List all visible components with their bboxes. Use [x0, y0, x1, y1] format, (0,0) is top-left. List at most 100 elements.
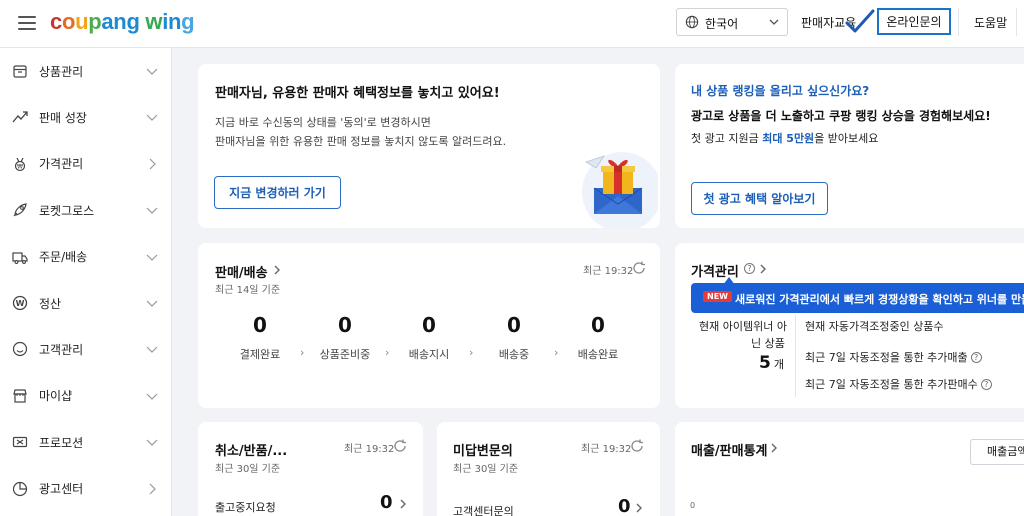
- header-divider: [1016, 8, 1017, 36]
- chevron-down-icon[interactable]: [146, 251, 158, 263]
- globe-icon: [685, 15, 699, 29]
- chart-axis-zero: 0: [690, 501, 696, 510]
- banner-text: 새로워진 가격관리에서 빠르게 경쟁상황을 확인하고 위너를 만들: [735, 293, 1024, 306]
- last-updated: 최근 19:32: [583, 266, 634, 277]
- sales-statistics-title[interactable]: 매출/판매통계: [691, 440, 768, 459]
- sidebar-item[interactable]: W 정산: [0, 280, 172, 326]
- first-ad-benefit-button[interactable]: 첫 광고 혜택 알아보기: [691, 182, 828, 215]
- sidebar-item-label: 마이샵: [39, 389, 73, 404]
- notice-title: 판매자님, 유용한 판매자 혜택정보를 놓치고 있어요!: [215, 86, 500, 101]
- trending-up-icon: [12, 111, 28, 123]
- sidebar-item[interactable]: 주문/배송: [0, 234, 172, 280]
- chevron-down-icon[interactable]: [146, 390, 158, 402]
- refresh-icon[interactable]: [630, 439, 644, 453]
- ad-card: 내 상품 랭킹을 올리고 싶으신가요? 광고로 상품을 더 노출하고 쿠팡 랭킹…: [675, 64, 1024, 228]
- sales-shipping-card: 판매/배송 최근 14일 기준 최근 19:32 0 결제완료 › 0 상품준비중 › 0 배…: [198, 243, 660, 408]
- smile-icon: [12, 342, 28, 357]
- language-select[interactable]: 한국어: [676, 8, 788, 36]
- sidebar-item[interactable]: 마이샵: [0, 373, 172, 419]
- sales-shipping-title[interactable]: 판매/배송: [215, 262, 268, 281]
- price-management-banner[interactable]: NEW 새로워진 가격관리에서 빠르게 경쟁상황을 확인하고 위너를 만들: [691, 283, 1024, 313]
- sidebar-item-label: 가격관리: [39, 157, 84, 172]
- stat-label: 배송지시: [408, 348, 450, 361]
- chevron-right-icon: ›: [469, 346, 474, 359]
- chevron-down-icon[interactable]: [146, 65, 158, 77]
- column-divider: [795, 315, 796, 397]
- medal-icon: ₩: [14, 157, 26, 171]
- chevron-down-icon[interactable]: [146, 111, 158, 123]
- help-question-icon[interactable]: ?: [980, 379, 992, 390]
- last-updated: 최근 19:32: [344, 444, 395, 455]
- sidebar-item[interactable]: 고객관리: [0, 326, 172, 372]
- change-consent-button[interactable]: 지금 변경하러 가기: [214, 176, 341, 209]
- unanswered-inquiry-subtitle: 최근 30일 기준: [453, 464, 519, 475]
- notice-text-line1: 지금 바로 수신동의 상태를 '동의'로 변경하시면: [215, 116, 431, 129]
- price-management-card: 가격관리 ? 현재 아이템위너 아 닌 상품 5개 현재 자동가격조정중인 상품…: [675, 243, 1024, 408]
- box-icon: [13, 65, 27, 78]
- sidebar-item[interactable]: 판매 성장: [0, 94, 172, 140]
- customer-center-inquiry-label: 고객센터문의: [453, 505, 514, 516]
- chevron-right-icon[interactable]: [758, 264, 768, 274]
- last-updated: 최근 19:32: [581, 444, 632, 455]
- chevron-down-icon[interactable]: [146, 297, 158, 309]
- sidebar-item[interactable]: 프로모션: [0, 419, 172, 465]
- chevron-right-icon[interactable]: [398, 499, 408, 509]
- sidebar-item[interactable]: 로켓그로스: [0, 187, 172, 233]
- chevron-right-icon[interactable]: [146, 483, 158, 495]
- notice-text-line2: 판매자님을 위한 유용한 판매 정보를 놓치지 않도록 알려드려요.: [215, 135, 507, 148]
- stat-value[interactable]: 0: [484, 313, 544, 337]
- chevron-down-icon[interactable]: [146, 204, 158, 216]
- extra-quantity-label: 최근 7일 자동조정을 통한 추가판매수?: [805, 376, 992, 392]
- stat-label: 상품준비중: [319, 348, 371, 361]
- language-label: 한국어: [705, 17, 739, 31]
- shipment-stop-count[interactable]: 0: [380, 492, 393, 513]
- chevron-right-icon[interactable]: [634, 503, 644, 513]
- sidebar-item-label: 주문/배송: [39, 250, 88, 265]
- sidebar-item[interactable]: 상품관리: [0, 48, 172, 94]
- sidebar-item-label: 정산: [39, 296, 62, 311]
- top-header: coupang wing 한국어 판매자교육 온라인문의 도움말: [0, 0, 1024, 48]
- ad-question: 내 상품 랭킹을 올리고 싶으신가요?: [691, 84, 870, 98]
- customer-center-inquiry-count[interactable]: 0: [618, 496, 631, 516]
- stat-label: 배송중: [498, 348, 530, 361]
- chevron-down-icon[interactable]: [146, 436, 158, 448]
- shipment-stop-label: 출고중지요청: [215, 501, 276, 514]
- non-winner-count[interactable]: 5개: [759, 353, 784, 373]
- sidebar: 상품관리판매 성장 ₩ 가격관리로켓그로스주문/배송 W 정산고객관리마이샵프로모션광고…: [0, 48, 172, 516]
- stat-value[interactable]: 0: [315, 313, 375, 337]
- cancel-return-title[interactable]: 취소/반품/...: [215, 440, 287, 459]
- refresh-icon[interactable]: [632, 261, 646, 275]
- truck-icon: [12, 251, 28, 264]
- unanswered-inquiry-title[interactable]: 미답변문의: [453, 440, 513, 459]
- sales-amount-button[interactable]: 매출금액: [970, 439, 1024, 465]
- extra-sales-label: 최근 7일 자동조정을 통한 추가매출?: [805, 349, 982, 365]
- sidebar-item-label: 판매 성장: [39, 110, 87, 125]
- stat-value[interactable]: 0: [568, 313, 628, 337]
- chevron-right-icon[interactable]: [272, 265, 282, 275]
- won-coin-icon: W: [12, 295, 28, 311]
- svg-text:₩: ₩: [17, 163, 23, 170]
- gift-envelope-illustration: [582, 152, 658, 228]
- stat-value[interactable]: 0: [399, 313, 459, 337]
- stat-label: 배송완료: [577, 348, 619, 361]
- sidebar-item-label: 로켓그로스: [39, 203, 95, 218]
- auto-adjust-count-label: 현재 자동가격조정중인 상품수: [805, 320, 944, 333]
- chevron-down-icon[interactable]: [146, 343, 158, 355]
- checkmark-icon: [845, 9, 875, 33]
- stat-value[interactable]: 0: [230, 313, 290, 337]
- hamburger-menu-icon[interactable]: [18, 16, 36, 30]
- help-question-icon[interactable]: ?: [970, 352, 982, 363]
- refresh-icon[interactable]: [393, 439, 407, 453]
- new-badge: NEW: [703, 291, 732, 302]
- sidebar-item[interactable]: ₩ 가격관리: [0, 141, 172, 187]
- coupang-wing-logo[interactable]: coupang wing: [50, 9, 195, 35]
- help-question-icon[interactable]: ?: [744, 263, 755, 274]
- chevron-right-icon[interactable]: [769, 443, 779, 453]
- help-link[interactable]: 도움말: [974, 14, 1007, 31]
- non-winner-label-1: 현재 아이템위너 아: [699, 320, 787, 333]
- sidebar-item-label: 프로모션: [39, 435, 84, 450]
- chevron-right-icon[interactable]: [146, 158, 158, 170]
- online-inquiry-button[interactable]: 온라인문의: [877, 8, 951, 35]
- cancel-return-subtitle: 최근 30일 기준: [215, 464, 281, 475]
- sidebar-item[interactable]: 광고센터: [0, 466, 172, 512]
